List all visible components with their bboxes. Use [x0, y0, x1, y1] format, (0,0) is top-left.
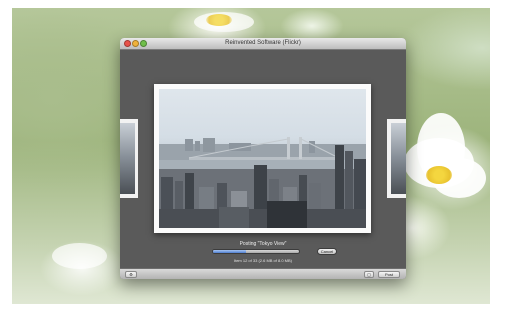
- title-bar[interactable]: Reinvented Software (Flickr): [120, 38, 406, 50]
- screenshot-stage: Reinvented Software (Flickr) Posting "To…: [0, 0, 512, 316]
- previous-photo-thumbnail[interactable]: [120, 119, 138, 198]
- bottom-toolbar: ⚙ ▢ Post: [120, 268, 406, 279]
- gear-icon[interactable]: ⚙: [125, 271, 137, 278]
- previous-photo-image: [120, 123, 135, 194]
- current-photo-frame: [154, 84, 371, 233]
- uploader-window: Reinvented Software (Flickr) Posting "To…: [120, 38, 406, 279]
- city-skyline-image: [159, 137, 366, 228]
- flower-center: [206, 14, 232, 26]
- next-photo-thumbnail[interactable]: [387, 119, 406, 198]
- desktop-background: Reinvented Software (Flickr) Posting "To…: [12, 8, 490, 304]
- upload-progress-fill: [213, 250, 246, 253]
- post-button[interactable]: Post: [378, 271, 400, 278]
- toggle-view-button[interactable]: ▢: [364, 271, 374, 278]
- cancel-button[interactable]: Cancel: [317, 248, 337, 255]
- tokyo-view-photo: [159, 89, 366, 228]
- window-title: Reinvented Software (Flickr): [225, 40, 301, 46]
- upload-status-text: Posting "Tokyo View": [239, 241, 287, 247]
- upload-progress-bar: [212, 249, 300, 254]
- upload-detail-text: Item 12 of 33 (2.6 MB of 8.0 MB): [233, 258, 293, 263]
- next-photo-image: [391, 123, 406, 194]
- flower-petal: [52, 243, 107, 269]
- upload-progress-panel: Posting "Tokyo View" Cancel Item 12 of 3…: [120, 241, 406, 267]
- photo-carousel: Posting "Tokyo View" Cancel Item 12 of 3…: [120, 50, 406, 268]
- flower-center: [426, 166, 452, 184]
